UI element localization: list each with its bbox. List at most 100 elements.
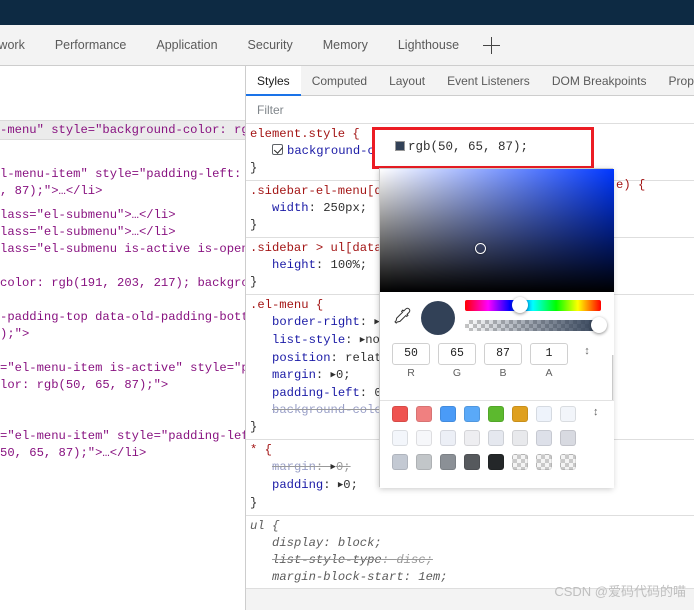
css-value-text: 250px; (323, 201, 368, 215)
palette-swatch[interactable] (464, 454, 480, 470)
palette-swatch[interactable] (464, 406, 480, 422)
declaration-checkbox[interactable] (272, 144, 283, 155)
dom-tree-row[interactable]: lass="el-submenu">…</li> (0, 207, 176, 224)
css-property: padding-left (272, 386, 360, 400)
css-selector: element.style { (250, 127, 360, 141)
styles-filter-input[interactable] (255, 101, 455, 119)
palette-swatch-transparent[interactable] (560, 454, 576, 470)
hue-slider-knob[interactable] (512, 297, 528, 313)
palette-swatch[interactable] (488, 406, 504, 422)
dom-tree-row-selected[interactable]: -menu" style="background-color: rgb(5 (0, 120, 245, 140)
palette-swatch[interactable] (392, 430, 408, 446)
palette-swatch-transparent[interactable] (536, 454, 552, 470)
palette-swatch[interactable] (392, 406, 408, 422)
dom-tree-pane[interactable]: -menu" style="background-color: rgb(5 l-… (0, 66, 245, 610)
tab-layout[interactable]: Layout (378, 66, 436, 96)
dom-tree-row[interactable]: lass="el-submenu">…</li> (0, 224, 176, 241)
dom-line-text: lor: rgb(50, 65, 87);"> (0, 378, 169, 392)
styles-filter-bar (246, 97, 694, 124)
color-spectrum-area[interactable] (380, 169, 614, 292)
palette-swatch[interactable] (560, 406, 576, 422)
tab-computed[interactable]: Computed (301, 66, 378, 96)
css-selector-tail: e) { (616, 178, 646, 192)
palette-swatch[interactable] (488, 454, 504, 470)
css-close-brace: } (250, 218, 258, 232)
dom-tree-row[interactable]: l-menu-item" style="padding-left: 20p (0, 166, 245, 183)
css-property: list-style-type (272, 553, 382, 567)
hue-slider[interactable] (465, 300, 601, 311)
alpha-channel-input[interactable]: 1 (530, 343, 568, 365)
palette-swatch[interactable] (512, 430, 528, 446)
alpha-slider[interactable] (465, 320, 601, 331)
tab-properties[interactable]: Properti (658, 66, 694, 96)
red-channel-label: R (407, 367, 415, 379)
palette-swatch[interactable] (512, 406, 528, 422)
palette-swatch[interactable] (464, 430, 480, 446)
dom-line-text: , 87);">…</li> (0, 184, 103, 198)
dom-line-text: lass="el-submenu is-active is-opened" (0, 242, 245, 256)
browser-chrome-strip (0, 0, 694, 25)
palette-swatch[interactable] (488, 430, 504, 446)
color-format-toggle-icon[interactable]: ↕ (579, 345, 595, 365)
dom-line-text: lass="el-submenu">…</li> (0, 208, 176, 222)
tab-memory[interactable]: Memory (308, 25, 383, 66)
tab-event-listeners[interactable]: Event Listeners (436, 66, 541, 96)
css-property: padding (272, 478, 324, 492)
palette-swatch[interactable] (416, 430, 432, 446)
palette-swatch[interactable] (416, 406, 432, 422)
css-property: margin (272, 460, 316, 474)
eyedropper-icon[interactable] (392, 306, 414, 328)
color-swatch-icon[interactable] (395, 141, 405, 151)
css-close-brace: } (250, 161, 258, 175)
palette-swatch[interactable] (416, 454, 432, 470)
css-property: margin-block-start (272, 570, 404, 584)
tab-dom-breakpoints[interactable]: DOM Breakpoints (541, 66, 658, 96)
annotation-value-text: rgb(50, 65, 87); (395, 140, 528, 154)
palette-expand-icon[interactable]: ↕ (593, 406, 599, 418)
css-selector: ul { (250, 519, 280, 533)
palette-swatch[interactable] (536, 406, 552, 422)
palette-swatch[interactable] (392, 454, 408, 470)
dom-tree-row[interactable]: -padding-top data-old-padding-bottom (0, 309, 245, 326)
expand-arrow-icon[interactable]: ▶ (331, 367, 336, 384)
alpha-channel-label: A (545, 367, 553, 379)
color-spectrum-handle[interactable] (475, 243, 486, 254)
devtools-tab-bar: etwork Performance Application Security … (0, 25, 694, 66)
palette-swatch-transparent[interactable] (512, 454, 528, 470)
palette-swatch[interactable] (536, 430, 552, 446)
add-panel-icon[interactable] (474, 25, 508, 66)
alpha-slider-knob[interactable] (591, 317, 607, 333)
dom-pane-scrollbar[interactable] (238, 66, 245, 610)
blue-channel-input[interactable]: 87 (484, 343, 522, 365)
dom-tree-row[interactable]: lor: rgb(50, 65, 87);"> (0, 377, 168, 394)
palette-swatch[interactable] (440, 406, 456, 422)
css-declaration-overridden: list-style-type: disc; (272, 553, 433, 567)
expand-arrow-icon[interactable]: ▶ (360, 332, 365, 349)
devtools-screenshot: etwork Performance Application Security … (0, 0, 694, 610)
dom-tree-row[interactable]: ="el-menu-item is-active" style="padd (0, 360, 245, 377)
css-property: border-right (272, 315, 360, 329)
tab-styles[interactable]: Styles (246, 66, 301, 96)
tab-lighthouse[interactable]: Lighthouse (383, 25, 474, 66)
green-channel-input[interactable]: 65 (438, 343, 476, 365)
tab-application[interactable]: Application (141, 25, 232, 66)
tab-security[interactable]: Security (233, 25, 308, 66)
dom-tree-row[interactable]: , 87);">…</li> (0, 183, 102, 200)
dom-tree-row[interactable]: ="el-menu-item" style="padding-left: (0, 428, 245, 445)
dom-tree-row[interactable]: );"> (0, 326, 29, 343)
palette-swatch[interactable] (440, 454, 456, 470)
color-picker-popup[interactable]: 50 65 87 1 R G B A ↕ ↕ (379, 168, 614, 488)
palette-swatch[interactable] (560, 430, 576, 446)
palette-swatch[interactable] (440, 430, 456, 446)
tab-performance[interactable]: Performance (40, 25, 142, 66)
expand-arrow-icon[interactable]: ▶ (338, 477, 343, 494)
tab-network[interactable]: etwork (0, 25, 40, 66)
dom-line-text: l-menu-item" style="padding-left: 20p (0, 167, 245, 181)
css-value: : (315, 258, 331, 272)
red-channel-input[interactable]: 50 (392, 343, 430, 365)
dom-tree-row[interactable]: 50, 65, 87);">…</li> (0, 445, 146, 462)
dom-tree-row[interactable]: color: rgb(191, 203, 217); backgrou (0, 275, 245, 292)
dom-tree-row[interactable]: lass="el-submenu is-active is-opened" (0, 241, 245, 258)
css-value-text: 100%; (330, 258, 368, 272)
expand-arrow-icon[interactable]: ▶ (331, 459, 336, 476)
